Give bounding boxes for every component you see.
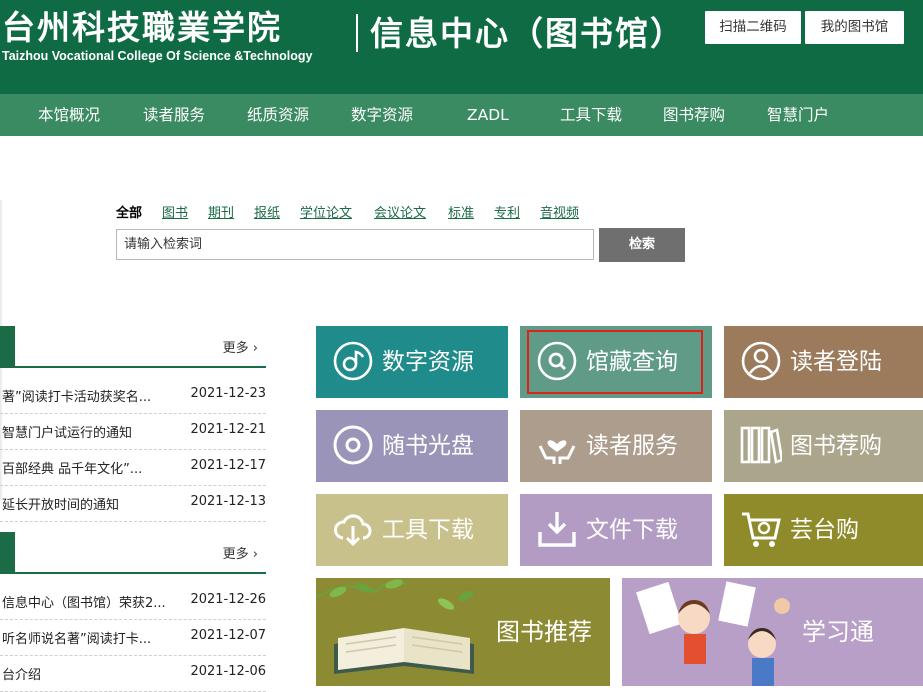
section-accent-bar (0, 532, 15, 572)
tile-tool-download[interactable]: 工具下载 (316, 494, 508, 566)
news-section-header: 更多 › (0, 532, 266, 574)
shopping-cart-icon (742, 512, 781, 547)
banner-label: 图书推荐 (496, 618, 592, 646)
news-title[interactable]: 百部经典 品千年文化”... (2, 458, 188, 477)
news-row[interactable]: 信息中心（图书馆）荣获2... 2021-12-26 (0, 583, 266, 620)
my-library-button[interactable]: 我的图书馆 (805, 11, 904, 44)
scan-qr-button[interactable]: 扫描二维码 (705, 11, 801, 44)
more-link[interactable]: 更多 › (223, 337, 258, 356)
tile-book-purchase-recommend[interactable]: 图书荐购 (724, 410, 923, 482)
news-row[interactable]: 智慧门户试运行的通知 2021-12-21 (0, 413, 266, 450)
nav-item-tool-download[interactable]: 工具下载 (560, 94, 622, 136)
nav-item-book-recommend[interactable]: 图书荐购 (663, 94, 725, 136)
tile-label: 文件下载 (586, 517, 678, 543)
news-date: 2021-12-13 (190, 494, 266, 509)
news-title[interactable]: 台介绍 (2, 664, 188, 683)
banner-label: 学习通 (802, 618, 874, 646)
news-date: 2021-12-23 (190, 386, 266, 401)
nav-item-reader-services[interactable]: 读者服务 (143, 94, 205, 136)
news-date: 2021-12-07 (190, 628, 266, 643)
main-nav: 本馆概况 读者服务 纸质资源 数字资源 ZADL 工具下载 图书荐购 智慧门户 (0, 94, 923, 136)
news-title[interactable]: 延长开放时间的通知 (2, 494, 188, 513)
search-button[interactable]: 检索 (599, 228, 685, 262)
news-date: 2021-12-26 (190, 592, 266, 607)
section-accent-bar (0, 326, 15, 366)
search-tab-journals[interactable]: 期刊 (208, 202, 234, 221)
books-icon (740, 426, 782, 464)
nav-item-smart-portal[interactable]: 智慧门户 (767, 94, 829, 136)
tile-reader-services[interactable]: 读者服务 (520, 410, 712, 482)
news-row[interactable]: 著”阅读打卡活动获奖名... 2021-12-23 (0, 377, 266, 414)
tile-file-download[interactable]: 文件下载 (520, 494, 712, 566)
tile-label: 读者登陆 (790, 349, 882, 375)
logo-divider (356, 14, 358, 52)
news-title[interactable]: 智慧门户试运行的通知 (2, 422, 188, 441)
search-tab-newspapers[interactable]: 报纸 (254, 202, 280, 221)
news-title[interactable]: 著”阅读打卡活动获奖名... (2, 386, 188, 405)
user-icon (741, 341, 781, 381)
tile-label: 图书荐购 (790, 433, 882, 459)
heart-hands-icon (538, 440, 576, 464)
news-section-header: 更多 › (0, 326, 266, 368)
search-tab-audio-video[interactable]: 音视频 (540, 202, 579, 221)
disc-icon (333, 425, 373, 465)
news-date: 2021-12-17 (190, 458, 266, 473)
tile-digital-resources[interactable]: 数字资源 (316, 326, 508, 398)
nav-item-print-resources[interactable]: 纸质资源 (247, 94, 309, 136)
tile-yuntai-shop[interactable]: 芸台购 (724, 494, 923, 566)
tile-label: 随书光盘 (382, 433, 474, 459)
tile-label: 工具下载 (382, 517, 474, 543)
tile-cd-with-book[interactable]: 随书光盘 (316, 410, 508, 482)
tile-label: 数字资源 (382, 349, 474, 375)
cloud-download-icon (334, 514, 372, 547)
news-row[interactable]: 台介绍 2021-12-06 (0, 655, 266, 692)
search-tab-all[interactable]: 全部 (116, 202, 142, 221)
search-input[interactable]: 请输入检索词 (116, 229, 594, 260)
college-logo-english[interactable]: Taizhou Vocational College Of Science &T… (2, 49, 312, 63)
tile-label: 读者服务 (586, 433, 678, 459)
college-logo-chinese[interactable]: 台州科技職業学院 (2, 10, 282, 46)
highlight-box (527, 330, 703, 394)
banner-book-recommendation[interactable]: 图书推荐 (316, 578, 610, 686)
news-row[interactable]: 听名师说名著”阅读打卡... 2021-12-07 (0, 619, 266, 656)
news-date: 2021-12-06 (190, 664, 266, 679)
banner-xuexitong[interactable]: 学习通 (622, 578, 923, 686)
news-row[interactable]: 百部经典 品千年文化”... 2021-12-17 (0, 449, 266, 486)
news-date: 2021-12-21 (190, 422, 266, 437)
nav-item-digital-resources[interactable]: 数字资源 (351, 94, 413, 136)
open-book-illustration (316, 579, 474, 674)
search-tab-conferences[interactable]: 会议论文 (374, 202, 426, 221)
site-title: 信息中心（图书馆） (370, 14, 685, 53)
site-header: 台州科技職業学院 Taizhou Vocational College Of S… (0, 0, 923, 94)
news-row[interactable]: 延长开放时间的通知 2021-12-13 (0, 485, 266, 522)
nav-item-about[interactable]: 本馆概况 (38, 94, 100, 136)
search-tab-standards[interactable]: 标准 (448, 202, 474, 221)
search-tab-books[interactable]: 图书 (162, 202, 188, 221)
tile-reader-login[interactable]: 读者登陆 (724, 326, 923, 398)
students-illustration (636, 581, 790, 686)
search-tab-theses[interactable]: 学位论文 (300, 202, 352, 221)
nav-item-zadl[interactable]: ZADL (467, 94, 509, 136)
news-title[interactable]: 信息中心（图书馆）荣获2... (2, 592, 188, 611)
digital-resource-icon (333, 341, 373, 381)
news-title[interactable]: 听名师说名著”阅读打卡... (2, 628, 188, 647)
file-download-icon (538, 512, 576, 547)
tile-label: 芸台购 (790, 517, 859, 543)
more-link[interactable]: 更多 › (223, 543, 258, 562)
search-tab-patents[interactable]: 专利 (494, 202, 520, 221)
